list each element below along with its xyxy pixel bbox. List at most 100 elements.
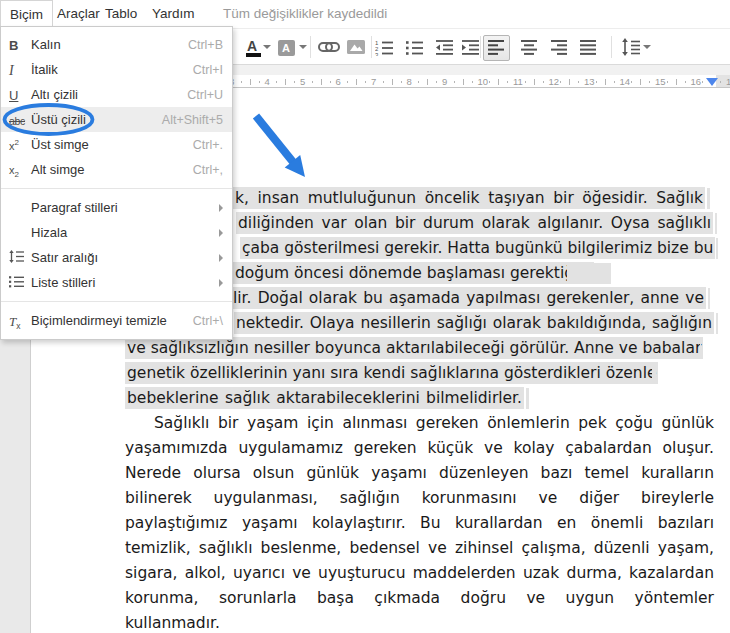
underline-icon: U — [9, 86, 31, 104]
menu-item-label: Biçimlendirmeyi temizle — [31, 313, 193, 328]
ruler-tick — [534, 79, 535, 85]
increase-indent-icon — [461, 38, 480, 56]
menu-item--st-izili[interactable]: abcÜstü çiziliAlt+Shift+5 — [1, 107, 232, 132]
menu-item-label: Üst simge — [31, 137, 193, 152]
toolbar-separator — [310, 36, 311, 58]
increase-indent-button[interactable] — [461, 38, 480, 60]
menu-item-label: Satır aralığı — [31, 250, 232, 265]
superscript-icon: x2 — [9, 136, 31, 154]
submenu-arrow-icon — [219, 279, 223, 287]
line-spacing-button[interactable] — [622, 38, 641, 60]
doc-text: kullanmadır. — [125, 614, 220, 632]
doc-text: ve sağlıksızlığın nesiller boyunca aktar… — [125, 337, 703, 359]
ruler-tick — [418, 81, 419, 83]
align-justify-button[interactable] — [580, 38, 597, 60]
ruler-tick — [596, 81, 597, 83]
list-styles-icon — [9, 274, 31, 292]
ruler-tick — [578, 81, 579, 83]
submenu-arrow-icon — [219, 229, 223, 237]
selection-tail — [716, 238, 718, 259]
align-right-button[interactable] — [551, 38, 568, 60]
ruler-number: 5 — [300, 76, 305, 87]
align-left-icon — [488, 38, 505, 56]
highlight-color-button[interactable]: A — [278, 38, 298, 62]
svg-text:3: 3 — [375, 52, 379, 56]
ruler-number: 16 — [691, 76, 702, 87]
ruler-number: 9 — [442, 76, 447, 87]
ruler-tick — [312, 81, 313, 83]
menu-item-bi-imlendirmeyi-temizle[interactable]: TxBiçimlendirmeyi temizleCtrl+\ — [1, 308, 232, 333]
menu-item-sat-r-aral-[interactable]: Satır aralığı — [1, 245, 232, 270]
ruler-tick — [241, 81, 242, 83]
doc-text-line: doğum öncesi dönemde başlaması gerektiği… — [233, 261, 565, 286]
ruler-tick — [427, 79, 428, 85]
menu-item-shortcut: Ctrl+\ — [193, 314, 232, 328]
menu-item--st-simge[interactable]: x2Üst simgeCtrl+. — [1, 132, 232, 157]
ruler-number: 7 — [371, 76, 376, 87]
align-center-button[interactable] — [521, 38, 538, 60]
menu-item-label: Üstü çizili — [31, 112, 162, 127]
ruler-tick — [347, 81, 348, 83]
ruler-tick — [605, 79, 606, 85]
menu-item-kal-n[interactable]: BKalınCtrl+B — [1, 32, 232, 57]
right-indent-marker[interactable] — [706, 78, 718, 86]
submenu-arrow-icon — [219, 204, 223, 212]
ruler-tick — [525, 81, 526, 83]
menu-item-liste-stilleri[interactable]: Liste stilleri — [1, 270, 232, 295]
selection-tail — [567, 263, 611, 284]
line-spacing-icon — [9, 249, 31, 267]
menu-separator — [1, 301, 232, 302]
ruler-number: 6 — [336, 76, 341, 87]
align-left-button[interactable] — [488, 38, 505, 60]
ruler-number: 8 — [407, 76, 412, 87]
numbered-list-button[interactable]: 123 — [375, 38, 394, 60]
menubar-item-biçim[interactable]: Biçim — [0, 0, 53, 28]
menu-item-hizala[interactable]: Hizala — [1, 220, 232, 245]
ruler-tick — [507, 81, 508, 83]
ruler-tick — [321, 79, 322, 85]
insert-image-button[interactable] — [347, 38, 366, 60]
menubar-item-yardım[interactable]: Yardım — [143, 0, 204, 28]
ruler-number: 14 — [620, 76, 631, 87]
menu-item-label: İtalik — [31, 62, 193, 77]
menu-item-shortcut: Ctrl+I — [193, 63, 232, 77]
highlight-color-icon: A — [278, 38, 298, 58]
menu-item-paragraf-stilleri[interactable]: Paragraf stilleri — [1, 195, 232, 220]
doc-text: nektedir. Olaya nesillerin sağlığı olara… — [234, 312, 714, 334]
ruler-tick — [454, 81, 455, 83]
italic-icon: I — [9, 61, 31, 79]
ruler-tick — [463, 79, 464, 85]
selection-tail — [715, 213, 717, 234]
ruler-tick — [259, 81, 260, 83]
doc-text-line: k, insan mutluluğunun öncelik taşıyan bi… — [233, 186, 705, 211]
menu-item-i-talik[interactable]: IİtalikCtrl+I — [1, 57, 232, 82]
svg-text:A: A — [282, 42, 290, 54]
bulleted-list-icon — [405, 38, 424, 56]
numbered-list-icon: 123 — [375, 38, 394, 56]
highlight-color-dropdown-caret[interactable] — [299, 45, 307, 49]
menu-item-label: Liste stilleri — [31, 275, 232, 290]
bulleted-list-button[interactable] — [405, 38, 424, 60]
doc-text: lir. Doğal olarak bu aşamada yapılması g… — [231, 287, 706, 309]
menu-item-alt-simge[interactable]: x2Alt simgeCtrl+, — [1, 157, 232, 182]
text-color-dropdown-caret[interactable] — [263, 45, 271, 49]
selection-tail — [526, 388, 529, 409]
ruler-tick — [356, 79, 357, 85]
ruler-tick — [631, 81, 632, 83]
line-spacing-dropdown-caret[interactable] — [643, 45, 651, 49]
menu-item-shortcut: Ctrl+U — [187, 88, 232, 102]
menubar-item-tablo[interactable]: Tablo — [96, 0, 146, 28]
ruler-tick — [436, 81, 437, 83]
menu-item-label: Kalın — [31, 37, 188, 52]
text-color-button[interactable]: A — [246, 38, 266, 62]
decrease-indent-button[interactable] — [435, 38, 454, 60]
insert-link-button[interactable] — [318, 38, 340, 60]
menu-item-shortcut: Ctrl+, — [193, 163, 232, 177]
clear-formatting-icon: Tx — [9, 312, 31, 330]
menu-item-alt-izili[interactable]: UAltı çiziliCtrl+U — [1, 82, 232, 107]
decrease-indent-icon — [435, 38, 454, 56]
ruler-number: 4 — [265, 76, 270, 87]
ruler-tick — [702, 81, 703, 83]
doc-text: diliğinden var olan bir durum olarak alg… — [236, 212, 713, 234]
strikethrough-icon: abc — [9, 111, 31, 129]
